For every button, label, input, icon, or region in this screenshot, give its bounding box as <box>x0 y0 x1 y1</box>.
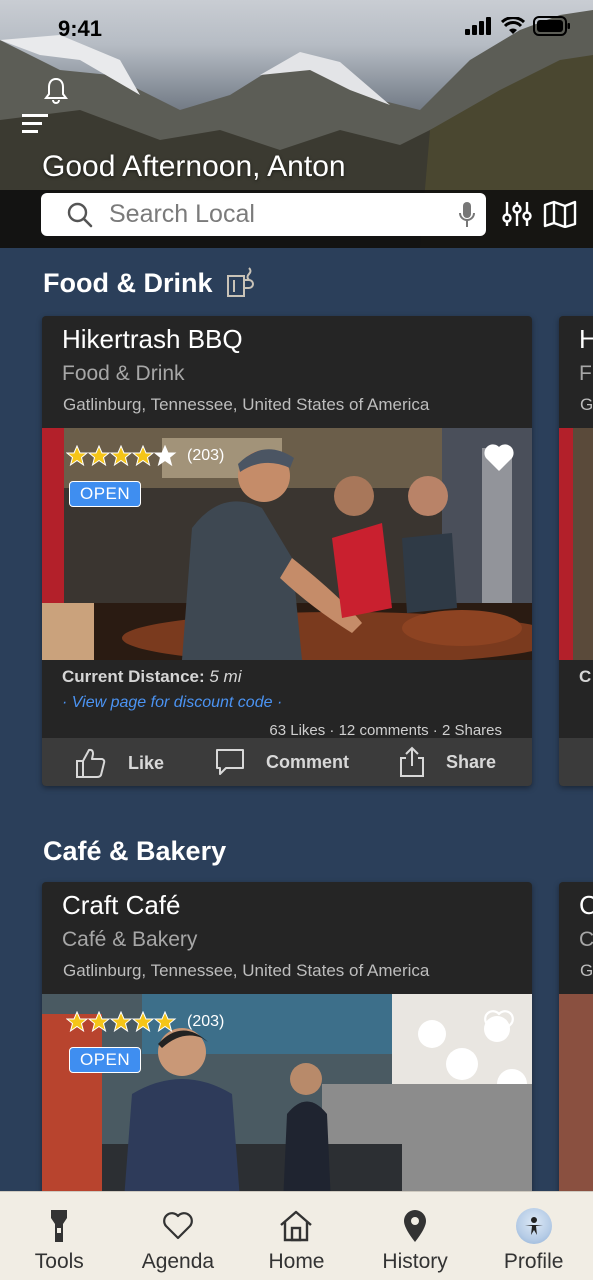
battery-icon <box>533 16 570 36</box>
header-banner: 9:41 Good Afternoon, Anton Search Local <box>0 0 593 248</box>
distance-value: 5 mi <box>209 667 242 686</box>
peek-category: F <box>579 362 592 385</box>
favorite-heart-icon[interactable] <box>484 1010 514 1038</box>
thumbs-up-icon <box>76 748 106 778</box>
card-actions-bar: Like Comment Share <box>42 738 532 786</box>
comment-button[interactable]: Comment <box>214 746 349 778</box>
tab-label: Home <box>268 1250 325 1273</box>
listing-name[interactable]: Hikertrash BBQ <box>62 324 243 355</box>
engagement-stats: 63 Likes · 12 comments · 2 Shares <box>269 722 502 739</box>
open-status-badge: OPEN <box>69 481 142 507</box>
share-button[interactable]: Share <box>398 746 496 778</box>
coffee-cup-icon <box>226 267 254 297</box>
comment-label: Comment <box>266 751 350 772</box>
map-icon[interactable] <box>543 200 577 228</box>
listing-card[interactable]: Hikertrash BBQ Food & Drink Gatlinburg, … <box>42 316 532 786</box>
peek-category: C <box>579 928 593 951</box>
listing-location: Gatlinburg, Tennessee, United States of … <box>63 395 430 414</box>
bottom-tab-bar: Tools Agenda Home History Profile <box>0 1191 593 1280</box>
listing-card[interactable]: Craft Café Café & Bakery Gatlinburg, Ten… <box>42 882 532 1202</box>
tab-history[interactable]: History <box>356 1192 475 1280</box>
star-rating: (203) <box>66 445 224 467</box>
section-title-cafe-bakery: Café & Bakery <box>43 836 226 867</box>
listing-location: Gatlinburg, Tennessee, United States of … <box>63 961 430 980</box>
listing-photo[interactable]: (203) OPEN <box>42 428 532 660</box>
listing-card-peek[interactable]: C C G <box>559 882 593 1202</box>
peek-actions <box>559 738 593 786</box>
share-icon <box>400 746 424 777</box>
flashlight-icon <box>51 1210 68 1242</box>
peek-name: H <box>579 324 593 354</box>
listing-card-peek[interactable]: H F G C <box>559 316 593 786</box>
listing-photo[interactable]: (203) OPEN <box>42 994 532 1202</box>
tab-label: Profile <box>503 1250 564 1273</box>
star-rating: (203) <box>66 1011 224 1033</box>
search-input[interactable]: Search Local <box>109 200 458 229</box>
tab-tools[interactable]: Tools <box>0 1192 119 1280</box>
tab-label: History <box>382 1250 448 1273</box>
search-bar[interactable]: Search Local <box>41 193 486 236</box>
comment-bubble-icon <box>216 749 244 775</box>
listing-category: Food & Drink <box>62 362 185 385</box>
status-time: 9:41 <box>58 16 103 41</box>
heart-icon <box>163 1212 193 1240</box>
section-title-label: Café & Bakery <box>43 836 227 866</box>
current-distance: Current Distance: 5 mi <box>62 667 242 687</box>
tab-agenda[interactable]: Agenda <box>119 1192 238 1280</box>
filter-sliders-icon[interactable] <box>502 200 532 228</box>
peek-location: G <box>580 395 593 414</box>
peek-distance-initial: C <box>579 667 592 686</box>
review-count: (203) <box>187 447 225 464</box>
peek-location: G <box>580 961 593 980</box>
review-count: (203) <box>187 1013 225 1030</box>
section-title-label: Food & Drink <box>43 267 213 298</box>
tab-home[interactable]: Home <box>237 1192 356 1280</box>
peek-photo <box>559 994 593 1202</box>
tab-profile[interactable]: Profile <box>474 1192 593 1280</box>
map-pin-icon <box>404 1210 427 1242</box>
five-stars-icon <box>66 445 177 467</box>
greeting-text: Good Afternoon, Anton <box>42 150 346 183</box>
like-label: Like <box>128 752 165 773</box>
open-status-badge: OPEN <box>69 1047 142 1073</box>
discount-link[interactable]: · View page for discount code · <box>62 694 282 712</box>
search-icon <box>67 202 93 227</box>
five-stars-icon <box>66 1011 177 1033</box>
tab-label: Agenda <box>141 1250 215 1273</box>
peek-distance: C <box>579 667 591 687</box>
status-bar: 9:41 <box>0 0 593 58</box>
person-silhouette-icon <box>524 1217 543 1235</box>
share-label: Share <box>446 751 497 772</box>
favorite-heart-icon[interactable] <box>484 444 514 472</box>
notification-bell-icon[interactable] <box>44 76 68 104</box>
microphone-icon[interactable] <box>458 201 476 229</box>
peek-name: C <box>579 890 593 920</box>
cellular-signal-icon <box>465 17 491 35</box>
wifi-icon <box>501 17 525 34</box>
distance-label: Current Distance: <box>62 667 205 686</box>
peek-photo <box>559 428 593 660</box>
avatar <box>515 1208 552 1244</box>
home-icon <box>280 1210 313 1242</box>
tab-label: Tools <box>34 1250 84 1273</box>
like-button[interactable]: Like <box>74 746 164 780</box>
hamburger-menu-icon[interactable] <box>22 112 50 136</box>
listing-name[interactable]: Craft Café <box>62 890 181 921</box>
listing-category: Café & Bakery <box>62 928 198 951</box>
section-title-food-drink: Food & Drink <box>43 266 259 300</box>
